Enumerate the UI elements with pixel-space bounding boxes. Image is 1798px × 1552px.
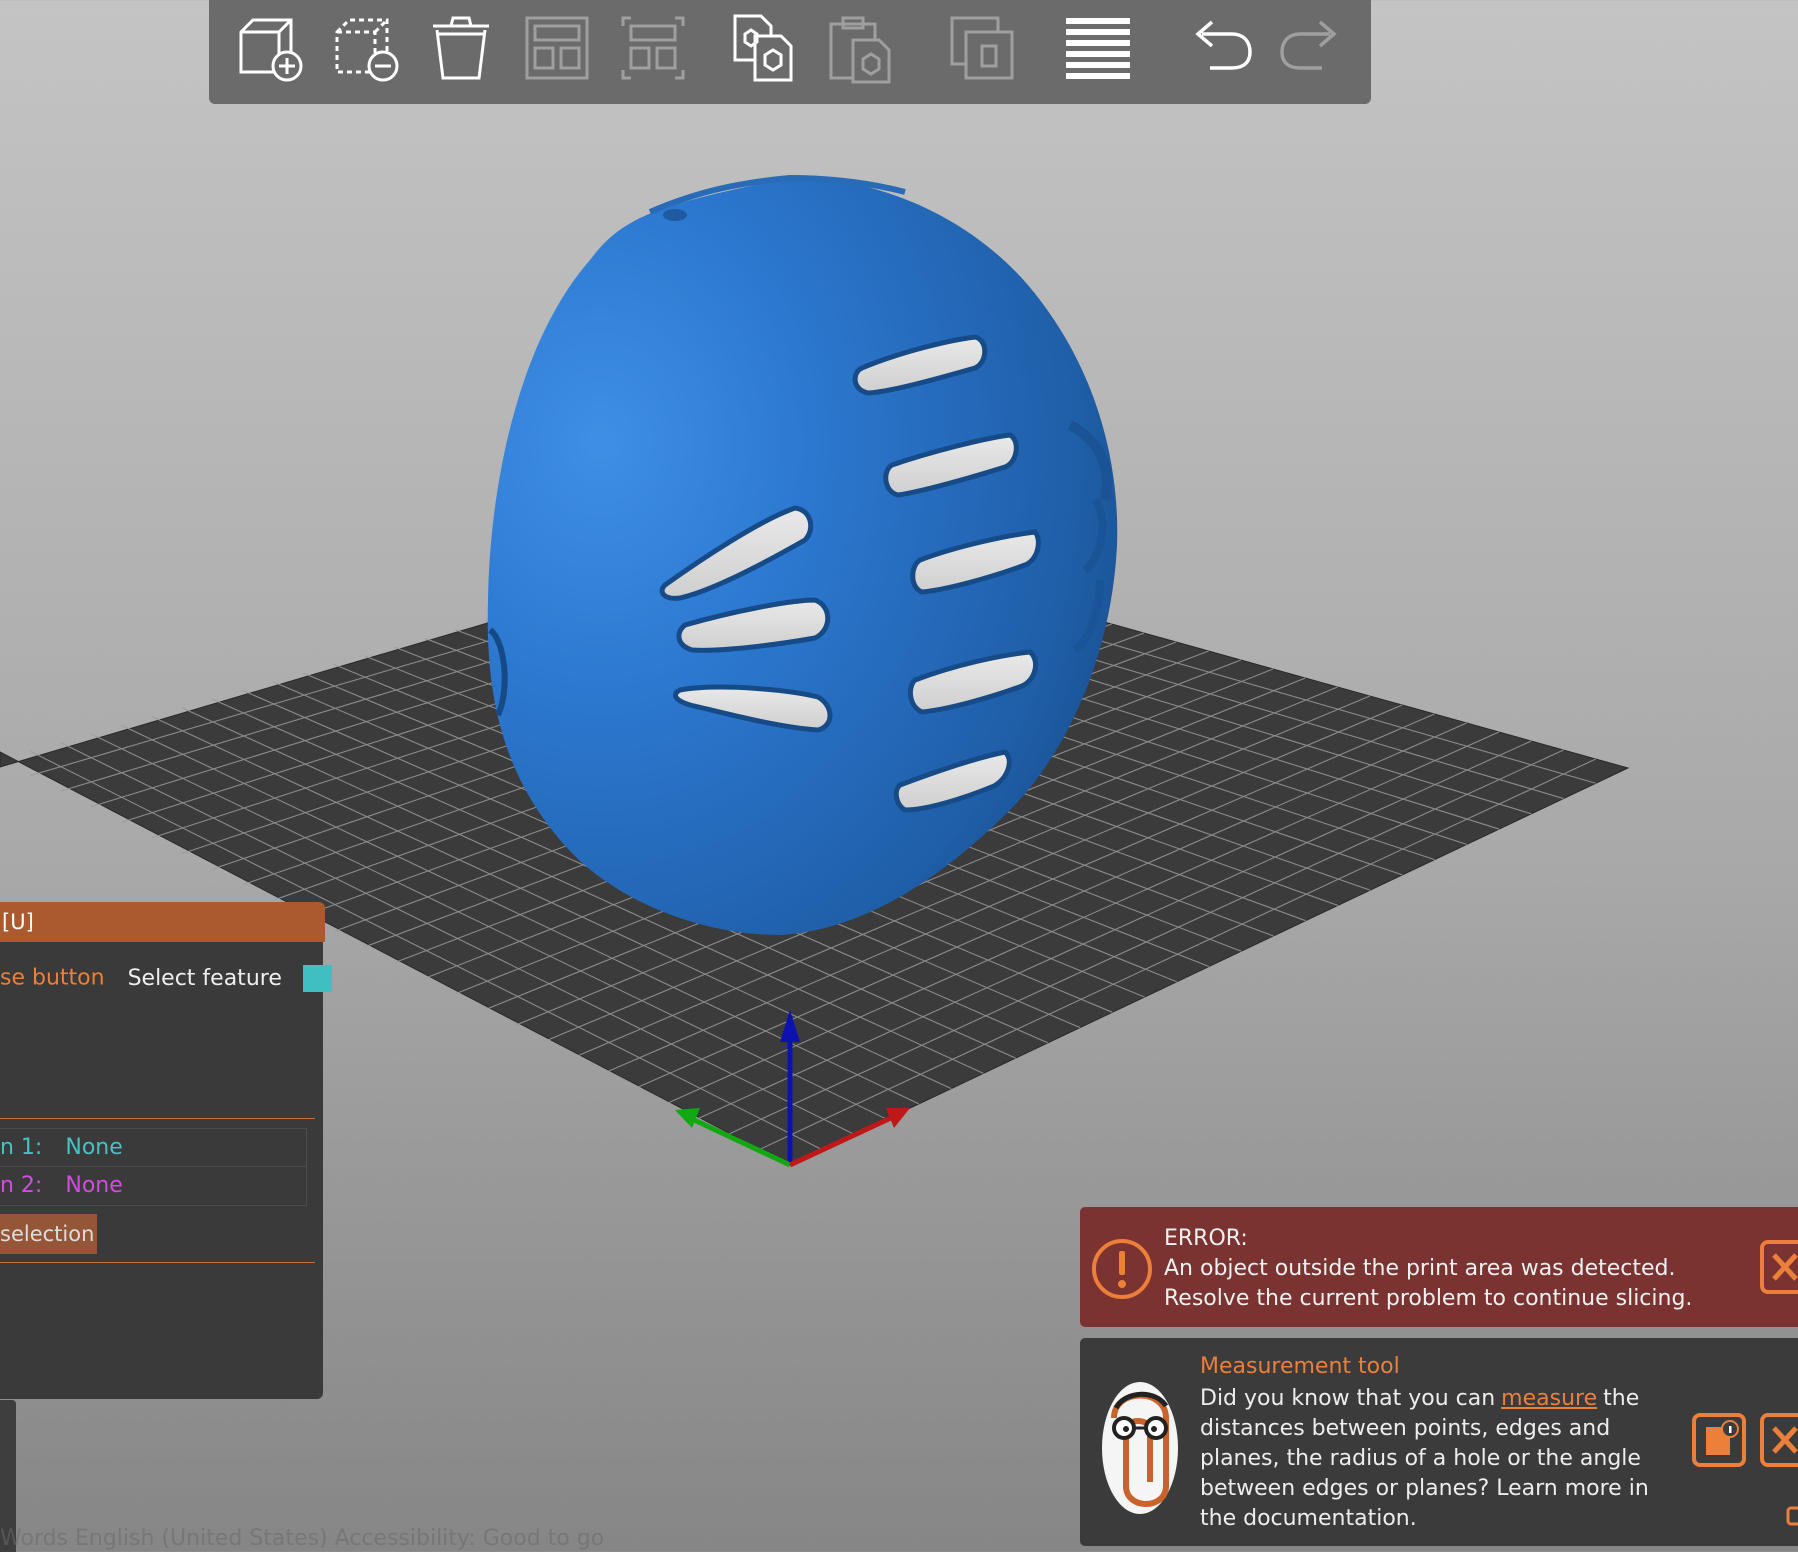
add-instance-button[interactable] xyxy=(944,10,1020,86)
layers-editing-button[interactable] xyxy=(1060,10,1136,86)
hint-title: Measurement tool xyxy=(1200,1354,1400,1379)
panel-header: [U] xyxy=(0,902,325,942)
documentation-icon[interactable] xyxy=(1692,1413,1746,1467)
selection-table: n 1: None n 2: None xyxy=(0,1128,307,1206)
copy-icon xyxy=(733,14,793,82)
add-instance-icon xyxy=(950,16,1014,80)
error-line-2: Resolve the current problem to continue … xyxy=(1164,1286,1693,1311)
selection-2-value: None xyxy=(65,1173,123,1198)
arrange-selection-button[interactable] xyxy=(615,10,691,86)
divider xyxy=(0,1118,315,1119)
selection-1-label: n 1: xyxy=(0,1135,43,1160)
undo-button[interactable] xyxy=(1180,10,1256,86)
close-icon[interactable] xyxy=(1760,1240,1798,1294)
paste-button[interactable] xyxy=(823,10,899,86)
select-feature-label: Select feature xyxy=(127,965,282,991)
corner-marker-icon xyxy=(1786,1506,1798,1526)
add-object-button[interactable] xyxy=(231,10,307,86)
selection-1-row[interactable]: n 1: None xyxy=(0,1129,306,1167)
selection-1-value: None xyxy=(65,1135,123,1160)
feature-color-swatch xyxy=(302,965,332,992)
warning-exclamation-icon xyxy=(1092,1239,1152,1299)
main-toolbar xyxy=(209,0,1371,104)
redo-button[interactable] xyxy=(1276,10,1352,86)
measure-link[interactable]: measure xyxy=(1495,1386,1603,1411)
add-object-icon xyxy=(239,18,303,82)
restart-selection-button[interactable]: selection xyxy=(0,1214,97,1254)
selection-2-label: n 2: xyxy=(0,1173,43,1198)
remove-object-button[interactable] xyxy=(327,10,403,86)
selection-2-row[interactable]: n 2: None xyxy=(0,1167,306,1204)
layers-editing-icon xyxy=(1066,18,1130,79)
divider xyxy=(0,1262,315,1263)
arrange-icon xyxy=(525,16,589,80)
delete-all-icon xyxy=(433,16,489,80)
arrange-button[interactable] xyxy=(519,10,595,86)
remove-object-icon xyxy=(335,18,399,82)
hint-body: Did you know that you can measure the dist… xyxy=(1200,1384,1670,1534)
measure-tool-panel: [U] se button Select feature n 1: None n… xyxy=(0,902,332,1399)
paste-icon xyxy=(829,16,891,84)
error-text: ERROR: An object outside the print area … xyxy=(1164,1224,1692,1314)
error-line-1: An object outside the print area was det… xyxy=(1164,1256,1676,1281)
arrange-selection-icon xyxy=(621,16,685,80)
redo-icon xyxy=(1280,20,1337,70)
hint-notification: Measurement tool Did you know that you c… xyxy=(1080,1338,1798,1546)
delete-all-button[interactable] xyxy=(423,10,499,86)
clippy-mascot-icon xyxy=(1102,1382,1178,1514)
copy-button[interactable] xyxy=(727,10,803,86)
close-icon[interactable] xyxy=(1760,1413,1798,1467)
error-notification: ERROR: An object outside the print area … xyxy=(1080,1207,1798,1327)
mouse-button-label: se button xyxy=(0,965,105,991)
mouse-hint-row: se button Select feature xyxy=(0,965,332,992)
hint-text-before: Did you know that you can xyxy=(1200,1386,1496,1411)
background-status-text: Words English (United States) Accessibil… xyxy=(0,1526,605,1551)
undo-icon xyxy=(1195,20,1252,70)
error-title: ERROR: xyxy=(1164,1226,1248,1251)
